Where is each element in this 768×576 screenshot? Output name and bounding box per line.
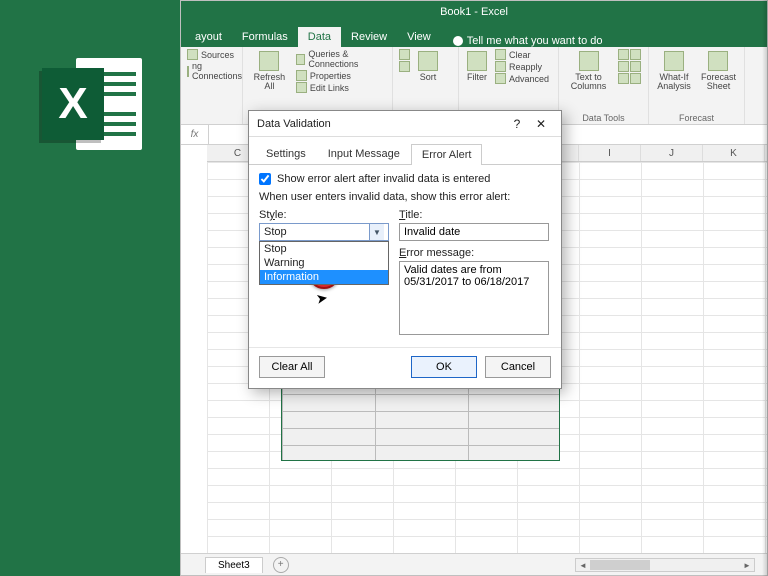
data-model-icon[interactable] bbox=[630, 73, 641, 84]
close-button[interactable]: ✕ bbox=[529, 114, 553, 134]
filter-icon bbox=[467, 51, 487, 71]
col-K[interactable]: K bbox=[703, 145, 765, 161]
sort-az-button[interactable] bbox=[399, 49, 410, 60]
style-dropdown-list: Stop Warning Information ➤ bbox=[259, 241, 389, 285]
tell-me[interactable]: Tell me what you want to do bbox=[453, 35, 603, 47]
reapply-button[interactable]: Reapply bbox=[495, 61, 549, 72]
tab-review[interactable]: Review bbox=[341, 27, 397, 47]
tab-error-alert[interactable]: Error Alert bbox=[411, 144, 483, 165]
sort-za-button[interactable] bbox=[399, 61, 410, 72]
title-label: Title: bbox=[399, 209, 551, 221]
col-I[interactable]: I bbox=[579, 145, 641, 161]
window-title: Book1 - Excel bbox=[440, 6, 508, 18]
horizontal-scrollbar[interactable]: ◄ ► bbox=[575, 558, 755, 572]
tab-formulas[interactable]: Formulas bbox=[232, 27, 298, 47]
error-message-textarea[interactable] bbox=[399, 261, 549, 335]
help-button[interactable]: ? bbox=[505, 114, 529, 134]
whatif-button[interactable]: What-If Analysis bbox=[655, 49, 693, 94]
sheet-tabs-bar: Sheet3 + ◄ ► bbox=[181, 553, 767, 575]
tab-view[interactable]: View bbox=[397, 27, 441, 47]
excel-logo: X bbox=[42, 58, 142, 150]
show-error-checkbox-input[interactable] bbox=[259, 173, 271, 185]
sources-button[interactable]: Sources bbox=[187, 49, 236, 60]
style-option-stop[interactable]: Stop bbox=[260, 242, 388, 256]
ok-button[interactable]: OK bbox=[411, 356, 477, 378]
sort-button[interactable]: Sort bbox=[416, 49, 440, 84]
dialog-title: Data Validation bbox=[257, 118, 505, 130]
forecast-icon bbox=[708, 51, 728, 71]
remove-duplicates-icon[interactable] bbox=[630, 49, 641, 60]
tab-data[interactable]: Data bbox=[298, 27, 341, 47]
clear-button[interactable]: Clear bbox=[495, 49, 549, 60]
cancel-button[interactable]: Cancel bbox=[485, 356, 551, 378]
title-input[interactable] bbox=[399, 223, 549, 241]
style-label: Style: bbox=[259, 209, 389, 221]
style-select[interactable]: Stop ▼ bbox=[259, 223, 389, 241]
text-to-columns-button[interactable]: Text to Columns bbox=[565, 49, 612, 94]
whatif-icon bbox=[664, 51, 684, 71]
existing-connections-button[interactable]: ng Connections bbox=[187, 61, 236, 81]
cursor-icon: ➤ bbox=[315, 289, 330, 308]
scroll-right-icon[interactable]: ► bbox=[740, 561, 754, 570]
refresh-all-button[interactable]: Refresh All bbox=[249, 49, 290, 94]
instruction-text: When user enters invalid data, show this… bbox=[259, 191, 551, 203]
sort-icon bbox=[418, 51, 438, 71]
scroll-thumb[interactable] bbox=[590, 560, 650, 570]
advanced-button[interactable]: Advanced bbox=[495, 73, 549, 84]
chevron-down-icon: ▼ bbox=[369, 224, 384, 240]
forecast-sheet-button[interactable]: Forecast Sheet bbox=[699, 49, 738, 94]
text-to-columns-icon bbox=[579, 51, 599, 71]
ribbon-tabs: ayout Formulas Data Review View Tell me … bbox=[181, 23, 767, 47]
flash-fill-icon[interactable] bbox=[618, 49, 629, 60]
data-validation-dialog: Data Validation ? ✕ Settings Input Messa… bbox=[248, 110, 562, 389]
col-J[interactable]: J bbox=[641, 145, 703, 161]
edit-links-button[interactable]: Edit Links bbox=[296, 82, 386, 93]
error-message-label: Error message: bbox=[399, 247, 551, 259]
data-validation-icon[interactable] bbox=[618, 61, 629, 72]
show-error-checkbox[interactable]: Show error alert after invalid data is e… bbox=[259, 173, 551, 185]
queries-button[interactable]: Queries & Connections bbox=[296, 49, 386, 69]
sheet-tab-sheet3[interactable]: Sheet3 bbox=[205, 557, 263, 573]
style-option-information[interactable]: Information bbox=[260, 270, 388, 284]
properties-button[interactable]: Properties bbox=[296, 70, 386, 81]
titlebar: Book1 - Excel bbox=[181, 1, 767, 23]
filter-button[interactable]: Filter bbox=[465, 49, 489, 84]
consolidate-icon[interactable] bbox=[630, 61, 641, 72]
relationships-icon[interactable] bbox=[618, 73, 629, 84]
refresh-icon bbox=[259, 51, 279, 71]
new-sheet-button[interactable]: + bbox=[273, 557, 289, 573]
fx-label[interactable]: fx bbox=[181, 125, 209, 144]
clear-all-button[interactable]: Clear All bbox=[259, 356, 325, 378]
tab-layout[interactable]: ayout bbox=[185, 27, 232, 47]
scroll-left-icon[interactable]: ◄ bbox=[576, 561, 590, 570]
tab-input-message[interactable]: Input Message bbox=[317, 143, 411, 164]
style-option-warning[interactable]: Warning bbox=[260, 256, 388, 270]
bulb-icon bbox=[453, 36, 463, 46]
tab-settings[interactable]: Settings bbox=[255, 143, 317, 164]
